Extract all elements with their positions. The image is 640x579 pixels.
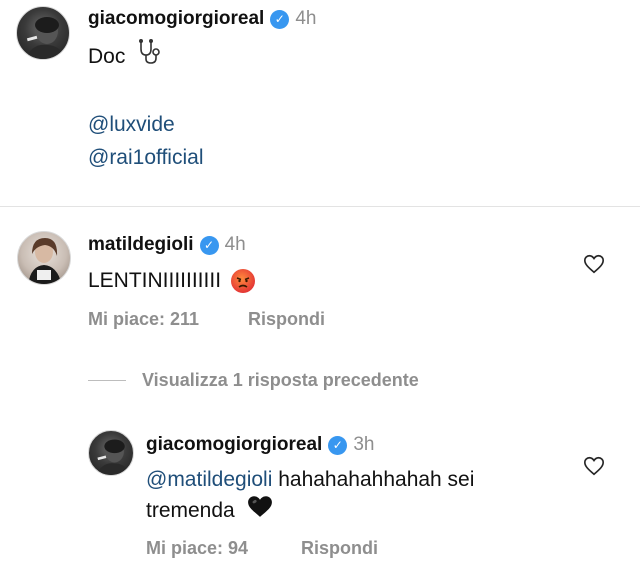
post-caption-line1: Doc <box>88 38 163 77</box>
verified-badge-icon: ✓ <box>270 9 290 29</box>
black-heart-emoji <box>247 494 273 529</box>
post-username[interactable]: giacomogiorgioreal <box>88 8 264 30</box>
mention-luxvide[interactable]: @luxvide <box>88 108 175 142</box>
heart-outline-icon[interactable] <box>583 253 605 275</box>
replies-line <box>88 380 126 381</box>
mention-matildegioli[interactable]: @matildegioli <box>146 468 272 491</box>
verified-badge-icon: ✓ <box>199 235 219 255</box>
comment-body: LENTINIIIIIIIIII <box>88 264 255 298</box>
heart-outline-icon[interactable] <box>583 455 605 477</box>
reply-text-line2: tremenda <box>146 499 235 523</box>
view-replies-label: Visualizza 1 risposta precedente <box>142 370 419 390</box>
angry-face-emoji <box>230 269 255 294</box>
commenter-avatar[interactable] <box>17 231 71 285</box>
mention-rai1official[interactable]: @rai1official <box>88 141 203 175</box>
post-author-header: giacomogiorgioreal ✓ 4h <box>88 8 316 30</box>
stethoscope-icon <box>135 38 163 77</box>
view-replies-toggle[interactable]: Visualizza 1 risposta precedente <box>88 370 419 391</box>
avatar-photo <box>25 17 67 59</box>
avatar-photo <box>96 439 131 475</box>
post-author-avatar[interactable] <box>16 6 70 60</box>
comment-timestamp: 4h <box>224 234 246 255</box>
caption-text: Doc <box>88 45 126 69</box>
comment-likes-count[interactable]: Mi piace: 211 <box>88 309 199 330</box>
post-timestamp: 4h <box>295 8 317 29</box>
comment-username[interactable]: matildegioli <box>88 234 194 256</box>
section-divider <box>0 206 640 207</box>
reply-likes-count[interactable]: Mi piace: 94 <box>146 538 248 559</box>
reply-reply-button[interactable]: Rispondi <box>301 538 378 559</box>
reply-author-avatar[interactable] <box>88 430 134 476</box>
verified-badge-icon: ✓ <box>328 435 348 455</box>
reply-username[interactable]: giacomogiorgioreal <box>146 434 322 456</box>
comment-text: LENTINIIIIIIIIII <box>88 269 222 292</box>
reply-body-line2: tremenda <box>146 494 273 529</box>
reply-text: hahahahahhahah sei <box>278 468 475 491</box>
commenter-header: matildegioli ✓ 4h <box>88 234 246 256</box>
reply-author-header: giacomogiorgioreal ✓ 3h <box>146 434 374 456</box>
comment-reply-button[interactable]: Rispondi <box>248 309 325 330</box>
reply-timestamp: 3h <box>353 434 375 455</box>
reply-body-line1: @matildegioli hahahahahhahah sei <box>146 463 474 497</box>
avatar-photo <box>28 238 62 284</box>
